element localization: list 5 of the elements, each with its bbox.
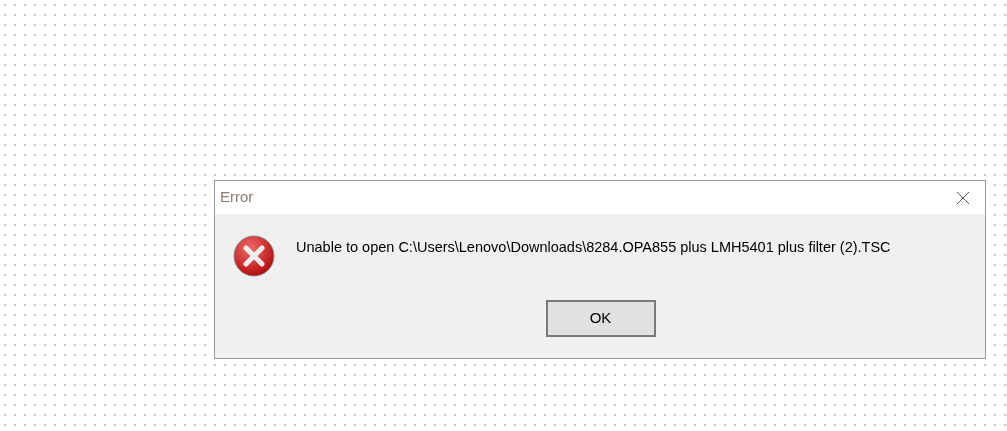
error-message: Unable to open C:\Users\Lenovo\Downloads\8284.OPA855 plus LMH5401 plus filter (2).TSC [296, 238, 891, 257]
window-title: Error [220, 187, 254, 208]
error-icon [233, 235, 275, 277]
close-button[interactable] [955, 189, 971, 206]
ok-button[interactable]: OK [545, 300, 656, 337]
